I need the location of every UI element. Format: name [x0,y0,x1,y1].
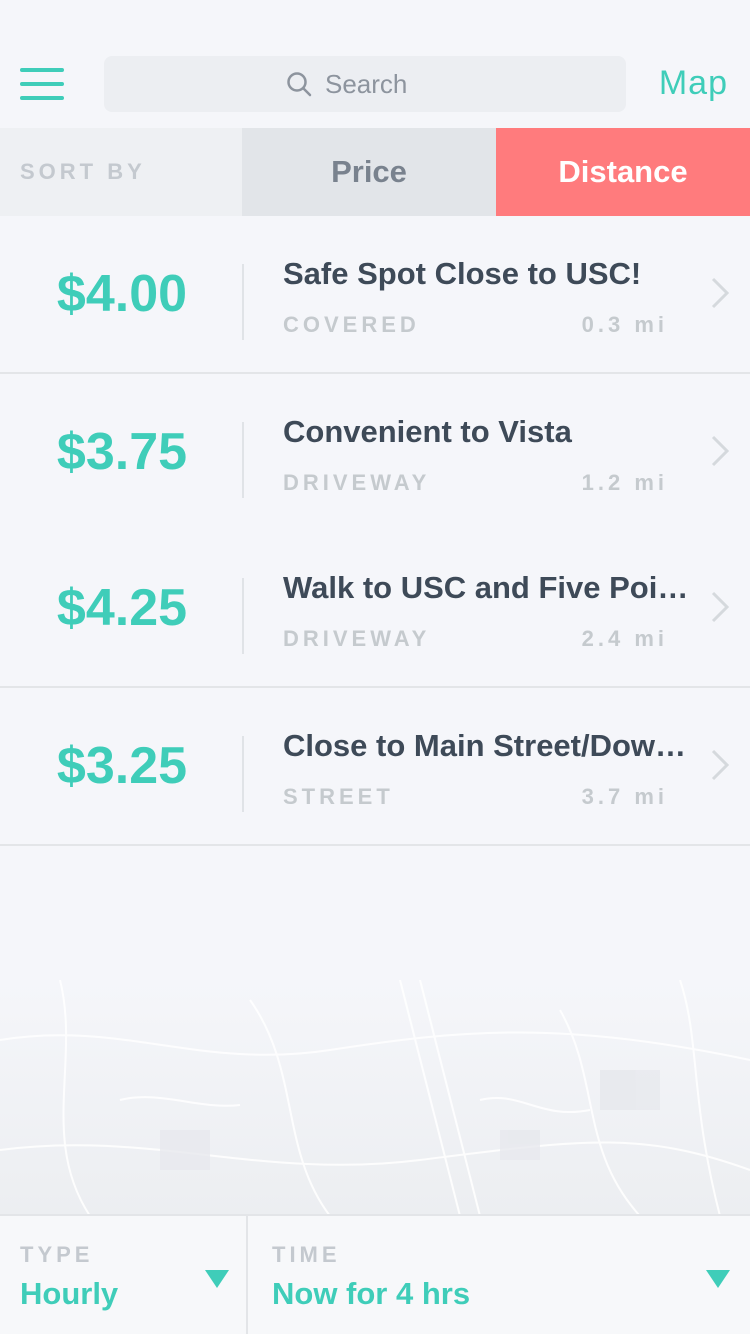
search-icon [287,72,312,97]
listing-type: DRIVEWAY [283,626,431,651]
listing-row[interactable]: $3.25 Close to Main Street/Dow… STREET 3… [0,688,750,846]
listing-title: Convenient to Vista [283,414,572,449]
sort-by-label: SORT BY [0,128,242,216]
listing-title: Safe Spot Close to USC! [283,256,642,291]
bottom-bar: TYPE Hourly TIME Now for 4 hrs [0,1214,750,1334]
listing-price: $3.75 [56,423,188,481]
type-value: Hourly [20,1276,119,1311]
listing-divider [242,264,244,340]
listing-price: $4.25 [56,579,188,637]
listing-type: STREET [283,784,394,809]
map-texture [0,980,750,1216]
listing-divider [242,422,244,498]
listing-price: $4.00 [56,265,188,323]
listing-row[interactable]: $3.75 Convenient to Vista DRIVEWAY 1.2 m… [0,374,750,532]
listing-divider [242,578,244,654]
map-link[interactable]: Map [659,64,728,103]
listing-divider [242,736,244,812]
map-background [0,980,750,1216]
listing-distance: 2.4 mi [581,626,668,651]
listing-distance: 1.2 mi [581,470,668,495]
sort-distance-button[interactable]: Distance [496,128,750,216]
time-selector[interactable]: TIME Now for 4 hrs [250,1216,750,1334]
sort-bar: SORT BY Price Distance [0,128,750,216]
listing-type: DRIVEWAY [283,470,431,495]
top-bar: Map [0,0,750,128]
chevron-right-icon [711,435,730,467]
listing-title: Walk to USC and Five Poi… [283,570,689,605]
listing-row[interactable]: $4.25 Walk to USC and Five Poi… DRIVEWAY… [0,530,750,688]
listing-distance: 3.7 mi [581,784,668,809]
time-value: Now for 4 hrs [272,1276,471,1311]
listing-distance: 0.3 mi [581,312,668,337]
chevron-right-icon [711,591,730,623]
type-label: TYPE [20,1242,94,1267]
listing-price: $3.25 [56,737,188,795]
search-field[interactable] [104,56,626,112]
time-label: TIME [272,1242,341,1267]
menu-icon[interactable] [20,68,64,102]
chevron-right-icon [711,277,730,309]
listing-row[interactable]: $4.00 Safe Spot Close to USC! COVERED 0.… [0,216,750,374]
sort-price-button[interactable]: Price [242,128,496,216]
listing-title: Close to Main Street/Dow… [283,728,687,763]
dropdown-arrow-icon [706,1270,730,1288]
chevron-right-icon [711,749,730,781]
dropdown-arrow-icon [205,1270,229,1288]
listing-type: COVERED [283,312,420,337]
search-input[interactable] [325,68,445,100]
type-selector[interactable]: TYPE Hourly [0,1216,248,1334]
